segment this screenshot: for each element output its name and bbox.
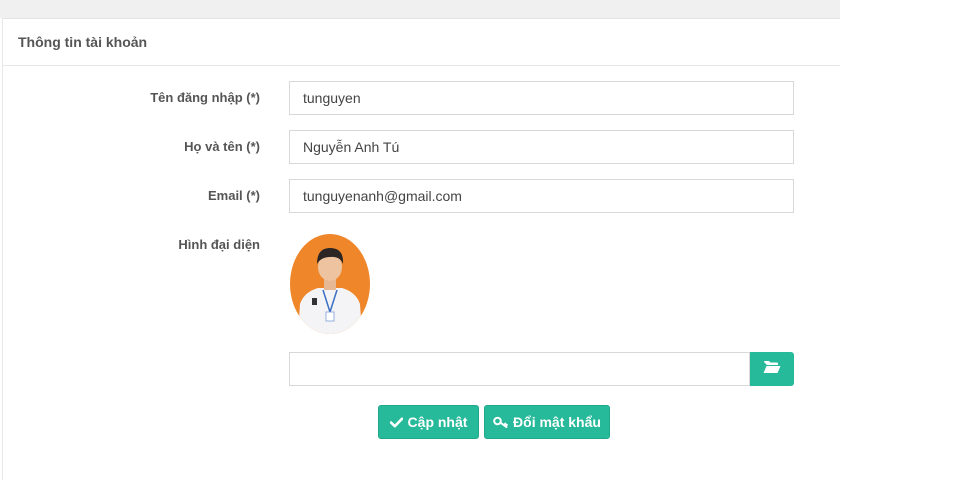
change-password-button-label: Đổi mật khẩu [513, 414, 601, 430]
check-icon [389, 417, 403, 428]
fullname-field[interactable]: Nguyễn Anh Tú [289, 130, 794, 164]
username-field[interactable]: tunguyen [289, 81, 794, 115]
fullname-value: Nguyễn Anh Tú [303, 139, 400, 155]
avatar [290, 234, 370, 334]
avatar-file-input[interactable] [289, 352, 750, 386]
avatar-label: Hình đại diện [178, 237, 260, 252]
username-value: tunguyen [303, 90, 361, 106]
update-button-label: Cập nhật [407, 414, 468, 430]
email-field[interactable]: tunguyenanh@gmail.com [289, 179, 794, 213]
username-label: Tên đăng nhập (*) [150, 90, 260, 105]
browse-file-button[interactable] [750, 352, 794, 386]
panel-title: Thông tin tài khoản [3, 19, 840, 66]
account-info-panel: Thông tin tài khoản Tên đăng nhập (*) tu… [2, 18, 840, 480]
key-icon [493, 416, 508, 429]
email-value: tunguyenanh@gmail.com [303, 188, 462, 204]
update-button[interactable]: Cập nhật [378, 405, 479, 439]
top-bar [0, 0, 840, 18]
fullname-label: Họ và tên (*) [184, 139, 260, 154]
folder-open-icon [763, 360, 781, 379]
email-label: Email (*) [207, 188, 260, 203]
change-password-button[interactable]: Đổi mật khẩu [484, 405, 610, 439]
